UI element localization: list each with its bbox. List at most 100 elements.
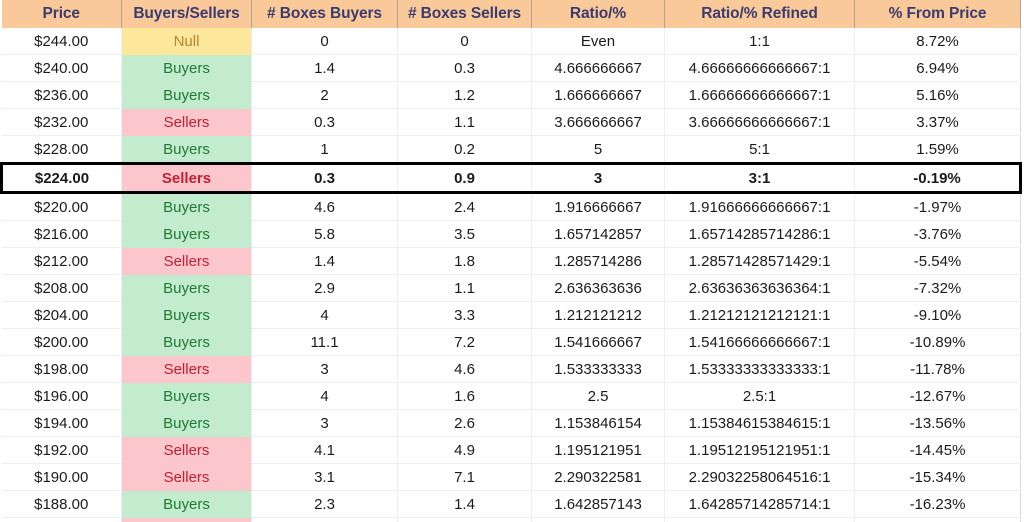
cell-price[interactable]: $216.00 [1,220,122,248]
cell-pct_from_price[interactable]: -0.19% [854,162,1022,194]
cell-ratio[interactable]: 1.212121212 [531,301,665,329]
cell-boxes_buyers[interactable]: 1.6 [251,517,398,522]
cell-ratio[interactable]: 2.5 [531,382,665,410]
cell-boxes_buyers[interactable]: 1 [251,135,398,164]
column-header-ratio_refined[interactable]: Ratio/% Refined [664,0,855,28]
cell-boxes_buyers[interactable]: 3 [251,409,398,437]
cell-ratio_refined[interactable]: 1.66666666666667:1 [664,81,855,109]
cell-boxes_sellers[interactable]: 1.8 [397,247,532,275]
cell-boxes_buyers[interactable]: 2.9 [251,274,398,302]
cell-price[interactable]: $212.00 [1,247,122,275]
cell-price[interactable]: $220.00 [1,192,122,221]
cell-price[interactable]: $190.00 [1,463,122,491]
cell-ratio_refined[interactable]: 2.29032258064516:1 [664,463,855,491]
cell-signal-buyers[interactable]: Buyers [121,328,252,356]
table-row[interactable]: $232.00 Sellers 0.3 1.1 3.666666667 3.6666666… [1,108,1021,136]
table-row[interactable]: $194.00 Buyers 3 2.6 1.153846154 1.1538461538… [1,409,1021,437]
cell-ratio[interactable]: 3.666666667 [531,108,665,136]
cell-price[interactable]: $192.00 [1,436,122,464]
cell-pct_from_price[interactable]: -5.54% [854,247,1021,275]
cell-ratio[interactable]: 1.642857143 [531,490,665,518]
cell-pct_from_price[interactable]: 5.16% [854,81,1021,109]
cell-pct_from_price[interactable]: -16.23% [854,490,1021,518]
cell-ratio_refined[interactable]: 1.65714285714286:1 [664,220,855,248]
cell-boxes_buyers[interactable]: 4 [251,382,398,410]
cell-boxes_buyers[interactable]: 11.1 [251,328,398,356]
cell-signal-sellers[interactable]: Sellers [121,463,252,491]
cell-signal-sellers[interactable]: Sellers [121,436,252,464]
cell-ratio_refined[interactable]: 1.53333333333333:1 [664,355,855,383]
cell-signal-sellers[interactable]: Sellers [121,247,252,275]
cell-ratio[interactable]: 1.153846154 [531,409,665,437]
column-header-ratio[interactable]: Ratio/% [531,0,665,28]
cell-price[interactable]: $200.00 [1,328,122,356]
table-row[interactable]: $228.00 Buyers 1 0.2 5 5:1 1.59% [1,135,1021,164]
cell-signal-buyers[interactable]: Buyers [121,301,252,329]
cell-ratio_refined[interactable]: 2.63636363636364:1 [664,274,855,302]
cell-signal-sellers[interactable]: Sellers [121,108,252,136]
cell-pct_from_price[interactable]: -10.89% [854,328,1021,356]
cell-ratio_refined[interactable]: 3.66666666666667:1 [664,108,855,136]
cell-boxes_buyers[interactable]: 0.3 [251,108,398,136]
cell-ratio[interactable]: 1.285714286 [531,247,665,275]
cell-pct_from_price[interactable]: -11.78% [854,355,1021,383]
table-row[interactable]: $190.00 Sellers 3.1 7.1 2.290322581 2.2903225… [1,463,1021,491]
cell-boxes_sellers[interactable]: 1.6 [397,382,532,410]
cell-ratio_refined[interactable]: 1.28571428571429:1 [664,247,855,275]
cell-ratio[interactable]: 1.657142857 [531,220,665,248]
cell-pct_from_price[interactable]: 3.37% [854,108,1021,136]
table-row[interactable]: $186.00Sellers1.62.31.43751.4375:1-17.12… [1,517,1021,522]
cell-signal-sellers[interactable]: Sellers [121,355,252,383]
cell-signal-buyers[interactable]: Buyers [121,274,252,302]
cell-boxes_buyers[interactable]: 1.4 [251,247,398,275]
cell-ratio_refined[interactable]: 1.15384615384615:1 [664,409,855,437]
cell-ratio_refined[interactable]: 1.4375:1 [664,517,855,522]
cell-boxes_sellers[interactable]: 1.1 [397,274,532,302]
table-row[interactable]: $192.00 Sellers 4.1 4.9 1.195121951 1.1951219… [1,436,1021,464]
cell-pct_from_price[interactable]: -13.56% [854,409,1021,437]
cell-boxes_sellers[interactable]: 2.4 [397,192,532,221]
cell-pct_from_price[interactable]: 8.72% [854,28,1021,55]
cell-boxes_sellers[interactable]: 7.2 [397,328,532,356]
cell-price[interactable]: $194.00 [1,409,122,437]
cell-boxes_buyers[interactable]: 2.3 [251,490,398,518]
cell-ratio[interactable]: 4.666666667 [531,54,665,82]
cell-ratio_refined[interactable]: 3:1 [664,162,855,194]
cell-ratio[interactable]: 1.195121951 [531,436,665,464]
cell-price[interactable]: $224.00 [0,162,122,194]
cell-boxes_buyers[interactable]: 3 [251,355,398,383]
cell-pct_from_price[interactable]: -14.45% [854,436,1021,464]
cell-signal-buyers[interactable]: Buyers [121,135,252,164]
column-header-signal[interactable]: Buyers/Sellers [121,0,252,28]
cell-signal-sellers[interactable]: Sellers [121,517,252,522]
cell-ratio[interactable]: 2.636363636 [531,274,665,302]
cell-signal-buyers[interactable]: Buyers [121,490,252,518]
cell-boxes_buyers[interactable]: 4 [251,301,398,329]
cell-ratio[interactable]: 1.4375 [531,517,665,522]
cell-price[interactable]: $236.00 [1,81,122,109]
cell-ratio_refined[interactable]: 1.19512195121951:1 [664,436,855,464]
cell-ratio_refined[interactable]: 1.64285714285714:1 [664,490,855,518]
table-row[interactable]: $216.00 Buyers 5.8 3.5 1.657142857 1.65714285… [1,220,1021,248]
cell-boxes_sellers[interactable]: 3.3 [397,301,532,329]
cell-ratio[interactable]: 1.666666667 [531,81,665,109]
cell-ratio_refined[interactable]: 4.66666666666667:1 [664,54,855,82]
cell-pct_from_price[interactable]: -1.97% [854,192,1021,221]
cell-pct_from_price[interactable]: -15.34% [854,463,1021,491]
cell-price[interactable]: $198.00 [1,355,122,383]
cell-boxes_sellers[interactable]: 0.2 [397,135,532,164]
cell-ratio[interactable]: 2.290322581 [531,463,665,491]
table-row[interactable]: $208.00 Buyers 2.9 1.1 2.636363636 2.63636363… [1,274,1021,302]
column-header-boxes_buyers[interactable]: # Boxes Buyers [251,0,398,28]
cell-boxes_sellers[interactable]: 0.9 [397,162,532,194]
table-row[interactable]: $240.00 Buyers 1.4 0.3 4.666666667 4.66666666… [1,54,1021,82]
cell-price[interactable]: $228.00 [1,135,122,164]
cell-signal-buyers[interactable]: Buyers [121,409,252,437]
table-row[interactable]: $188.00 Buyers 2.3 1.4 1.642857143 1.64285714… [1,490,1021,518]
cell-price[interactable]: $244.00 [1,28,122,55]
table-row[interactable]: $196.00 Buyers 4 1.6 2.5 2.5:1 -12.67% [1,382,1021,410]
cell-price[interactable]: $240.00 [1,54,122,82]
cell-ratio_refined[interactable]: 1:1 [664,28,855,55]
cell-ratio[interactable]: 3 [531,162,665,194]
cell-boxes_buyers[interactable]: 0 [251,28,398,55]
